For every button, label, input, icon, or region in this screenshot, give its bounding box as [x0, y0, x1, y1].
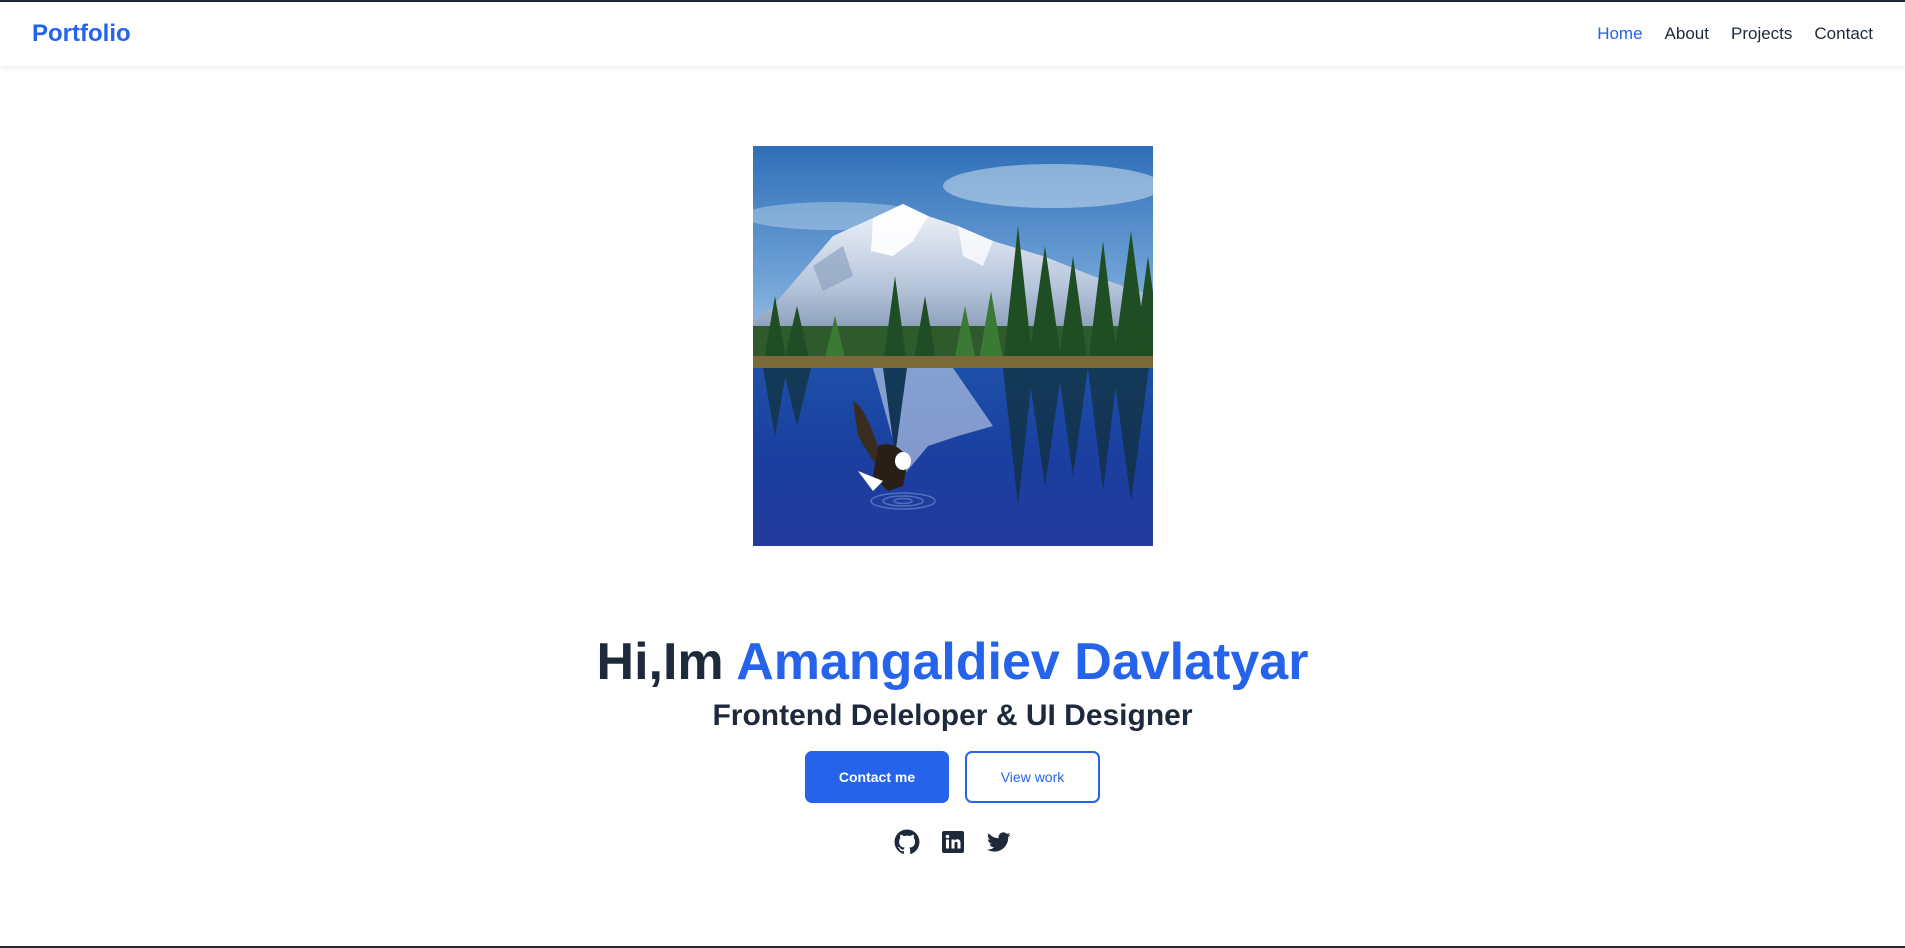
navbar: Portfolio Home About Projects Contact — [0, 2, 1905, 66]
nav-link-about[interactable]: About — [1665, 24, 1709, 44]
cta-row: Contact me View work — [805, 751, 1100, 804]
twitter-icon[interactable] — [986, 829, 1012, 855]
github-icon[interactable] — [894, 829, 920, 855]
hero-image — [752, 146, 1153, 546]
mountain-lake-eagle-illustration — [752, 146, 1153, 546]
nav-link-home[interactable]: Home — [1597, 24, 1642, 44]
brand-logo[interactable]: Portfolio — [32, 20, 131, 48]
linkedin-icon[interactable] — [940, 829, 966, 855]
hero-headline: Hi,Im Amangaldiev Davlatyar — [596, 633, 1309, 691]
greeting-text: Hi,Im — [596, 633, 737, 691]
hero-section: Hi,Im Amangaldiev Davlatyar Frontend Del… — [0, 66, 1905, 946]
nav-links: Home About Projects Contact — [1597, 24, 1873, 44]
hero-name: Amangaldiev Davlatyar — [736, 633, 1309, 691]
contact-me-button[interactable]: Contact me — [805, 751, 949, 804]
nav-link-contact[interactable]: Contact — [1814, 24, 1873, 44]
nav-link-projects[interactable]: Projects — [1731, 24, 1792, 44]
social-links — [894, 829, 1012, 855]
hero-subtitle: Frontend Deleloper & UI Designer — [712, 699, 1193, 733]
view-work-button[interactable]: View work — [965, 751, 1100, 804]
